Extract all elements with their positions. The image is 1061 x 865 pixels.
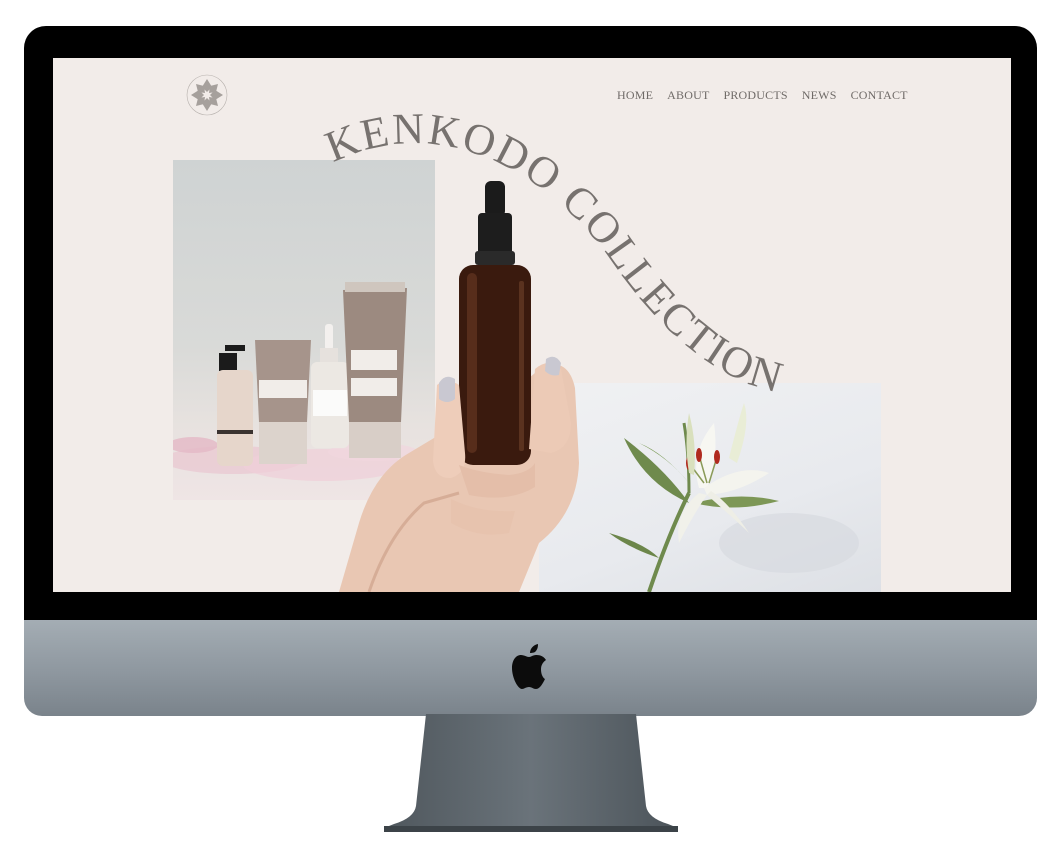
nav-products[interactable]: PRODUCTS [723,88,787,103]
nav-news[interactable]: NEWS [802,88,837,103]
nav-home[interactable]: HOME [617,88,653,103]
nav-about[interactable]: ABOUT [667,88,709,103]
hand-holding-serum-bottle [339,173,599,592]
website-screen: HOME ABOUT PRODUCTS NEWS CONTACT KENKODO… [53,58,1011,592]
nav-contact[interactable]: CONTACT [851,88,908,103]
snowflake-emblem-icon[interactable] [183,68,231,120]
main-nav: HOME ABOUT PRODUCTS NEWS CONTACT [617,88,908,103]
monitor-stand [378,714,684,834]
apple-logo-icon [511,642,553,694]
